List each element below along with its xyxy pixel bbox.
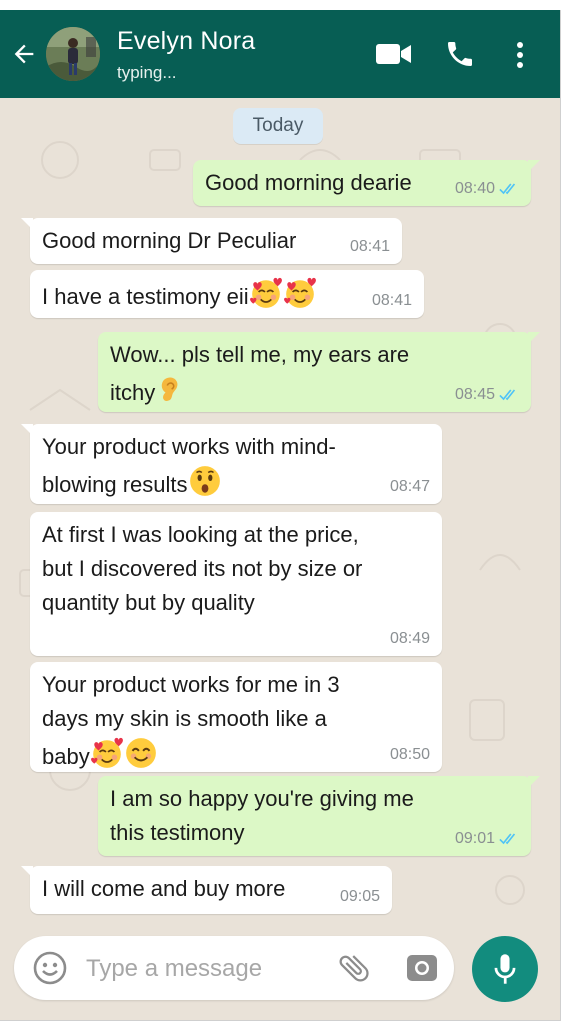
chat-screen: Evelyn Nora typing... Today Good morning… — [0, 10, 561, 1021]
message-time: 09:05 — [339, 888, 380, 905]
read-ticks-icon — [499, 388, 519, 401]
chat-header: Evelyn Nora typing... — [0, 10, 560, 98]
read-ticks-icon — [499, 182, 519, 195]
message-bubble-incoming[interactable]: At first I was looking at the price, but… — [30, 512, 442, 656]
message-text: Good morning Dr Peculiar — [42, 228, 297, 253]
back-arrow-icon[interactable] — [10, 40, 38, 68]
message-meta: 09:01 — [455, 830, 519, 848]
attach-icon[interactable] — [336, 950, 372, 986]
video-call-icon[interactable] — [376, 42, 412, 66]
message-time: 09:01 — [454, 830, 495, 847]
date-divider: Today — [233, 108, 323, 144]
message-time: 08:49 — [389, 630, 430, 647]
message-bubble-outgoing[interactable]: Good morning dearie 08:40 — [193, 160, 540, 206]
smiling-face-with-hearts-icon — [249, 276, 283, 310]
message-time: 08:41 — [371, 292, 412, 309]
message-bubble-incoming[interactable]: I will come and buy more 09:05 — [21, 866, 392, 914]
phone-call-icon[interactable] — [444, 38, 476, 70]
mic-button[interactable] — [472, 936, 538, 1002]
smiling-face-icon — [124, 736, 158, 770]
message-time: 08:40 — [454, 180, 495, 197]
message-bubble-outgoing[interactable]: Wow... pls tell me, my ears are itchy 08… — [98, 332, 540, 412]
message-time: 08:45 — [454, 386, 495, 403]
astonished-face-icon — [188, 464, 222, 498]
message-text: Good morning dearie — [205, 170, 412, 195]
message-time: 08:47 — [389, 478, 430, 495]
message-bubble-incoming[interactable]: Your product works for me in 3 days my s… — [30, 662, 442, 772]
message-composer — [14, 936, 454, 1000]
message-meta: 08:40 — [455, 180, 519, 198]
mic-icon — [494, 954, 516, 984]
message-bubble-incoming[interactable]: Good morning Dr Peculiar 08:41 — [21, 218, 402, 264]
read-ticks-icon — [499, 832, 519, 845]
message-time: 08:50 — [389, 746, 430, 763]
message-input[interactable] — [84, 950, 318, 988]
more-options-icon[interactable] — [514, 40, 526, 70]
message-bubble-incoming[interactable]: I have a testimony eii 08:41 — [30, 270, 424, 318]
message-text: At first I was looking at the price, but… — [42, 522, 363, 615]
message-text: I am so happy you're giving me this test… — [110, 786, 414, 845]
camera-icon[interactable] — [404, 950, 440, 986]
emoji-icon[interactable] — [32, 950, 68, 986]
ear-icon — [155, 372, 183, 406]
smiling-face-with-hearts-icon — [90, 736, 124, 770]
message-text: Your product works for me in 3 days my s… — [42, 672, 340, 769]
message-meta: 08:45 — [455, 386, 519, 404]
message-bubble-outgoing[interactable]: I am so happy you're giving me this test… — [98, 776, 540, 856]
contact-status: typing... — [117, 63, 177, 82]
message-bubble-incoming[interactable]: Your product works with mind-blowing res… — [21, 424, 442, 504]
message-text: I have a testimony eii — [42, 284, 249, 309]
message-time: 08:41 — [349, 238, 390, 255]
message-text: I will come and buy more — [42, 876, 286, 901]
avatar[interactable] — [46, 27, 100, 81]
smiling-face-with-hearts-icon — [283, 276, 317, 310]
contact-name[interactable]: Evelyn Nora — [117, 27, 255, 56]
